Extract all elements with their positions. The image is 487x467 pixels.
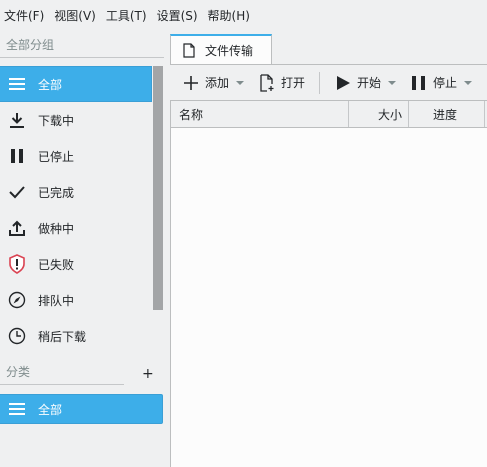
plus-icon <box>182 74 200 92</box>
sidebar-item-seeding[interactable]: 做种中 <box>0 210 152 246</box>
transfer-table[interactable]: 名称 大小 进度 <box>170 100 487 467</box>
column-header-name[interactable]: 名称 <box>171 101 349 127</box>
column-header-progress[interactable]: 进度 <box>409 101 485 127</box>
pause-icon <box>410 74 428 92</box>
open-file-icon <box>258 73 276 92</box>
sidebar-item-queued[interactable]: 排队中 <box>0 282 152 318</box>
table-header: 名称 大小 进度 <box>171 101 487 128</box>
sidebar-item-later[interactable]: 稍后下载 <box>0 318 152 354</box>
sidebar-item-failed[interactable]: 已失败 <box>0 246 152 282</box>
sidebar-item-label: 下载中 <box>38 113 75 128</box>
sidebar-item-label: 已失败 <box>38 257 75 272</box>
categories-header: 分类 <box>6 365 31 379</box>
play-icon <box>334 74 352 92</box>
chevron-down-icon[interactable] <box>388 80 397 85</box>
document-icon <box>181 42 197 58</box>
sidebar-item-stopped[interactable]: 已停止 <box>0 138 152 174</box>
chevron-down-icon[interactable] <box>464 80 473 85</box>
tab-file-transfer[interactable]: 文件传输 <box>170 34 272 64</box>
upload-icon <box>6 217 28 239</box>
open-label: 打开 <box>281 76 306 90</box>
menu-view[interactable]: 视图(V) <box>54 7 96 24</box>
category-item-all[interactable]: 全部 <box>0 394 163 424</box>
menu-help[interactable]: 帮助(H) <box>208 7 250 24</box>
clock-icon <box>6 325 28 347</box>
sidebar-item-label: 已完成 <box>38 185 75 200</box>
menu-file[interactable]: 文件(F) <box>4 7 44 24</box>
menu-tools[interactable]: 工具(T) <box>106 7 147 24</box>
sidebar-item-label: 已停止 <box>38 149 75 164</box>
toolbar-separator <box>319 71 321 94</box>
error-shield-icon <box>6 253 28 275</box>
menu-bar: 文件(F) 视图(V) 工具(T) 设置(S) 帮助(H) <box>0 0 487 30</box>
toolbar: 添加 打开 开始 停止 <box>170 64 487 100</box>
checkmark-icon <box>6 181 28 203</box>
stop-button[interactable]: 停止 <box>410 74 473 92</box>
download-icon <box>6 109 28 131</box>
main-panel: 文件传输 添加 打开 开始 停止 名称 大小 进度 <box>170 30 487 467</box>
compass-icon <box>6 289 28 311</box>
pause-icon <box>6 145 28 167</box>
chevron-down-icon[interactable] <box>236 80 245 85</box>
stop-label: 停止 <box>433 76 458 90</box>
category-item-label: 全部 <box>38 402 63 417</box>
menu-settings[interactable]: 设置(S) <box>157 7 198 24</box>
sidebar-item-downloading[interactable]: 下载中 <box>0 102 152 138</box>
open-button[interactable]: 打开 <box>258 73 306 92</box>
start-label: 开始 <box>357 76 382 90</box>
menu-icon <box>6 398 28 420</box>
groups-divider <box>0 57 164 58</box>
sidebar-item-label: 排队中 <box>38 293 75 308</box>
sidebar-item-label: 做种中 <box>38 221 75 236</box>
start-button[interactable]: 开始 <box>334 74 397 92</box>
sidebar-item-label: 全部 <box>38 77 63 92</box>
sidebar-scrollbar[interactable] <box>153 66 163 310</box>
add-category-button[interactable]: + <box>142 366 154 382</box>
sidebar-item-completed[interactable]: 已完成 <box>0 174 152 210</box>
sidebar-item-all[interactable]: 全部 <box>0 66 152 102</box>
tab-label: 文件传输 <box>205 43 254 58</box>
sidebar: 全部分组 全部 下载中 已停止 已完成 做种中 已失败 排队中 稍后下载 分类 … <box>0 30 166 467</box>
menu-icon <box>6 73 28 95</box>
column-header-size[interactable]: 大小 <box>349 101 409 127</box>
add-button[interactable]: 添加 <box>182 74 245 92</box>
groups-header: 全部分组 <box>6 38 55 52</box>
categories-divider <box>0 384 124 385</box>
add-label: 添加 <box>205 76 230 90</box>
sidebar-item-label: 稍后下载 <box>38 329 87 344</box>
